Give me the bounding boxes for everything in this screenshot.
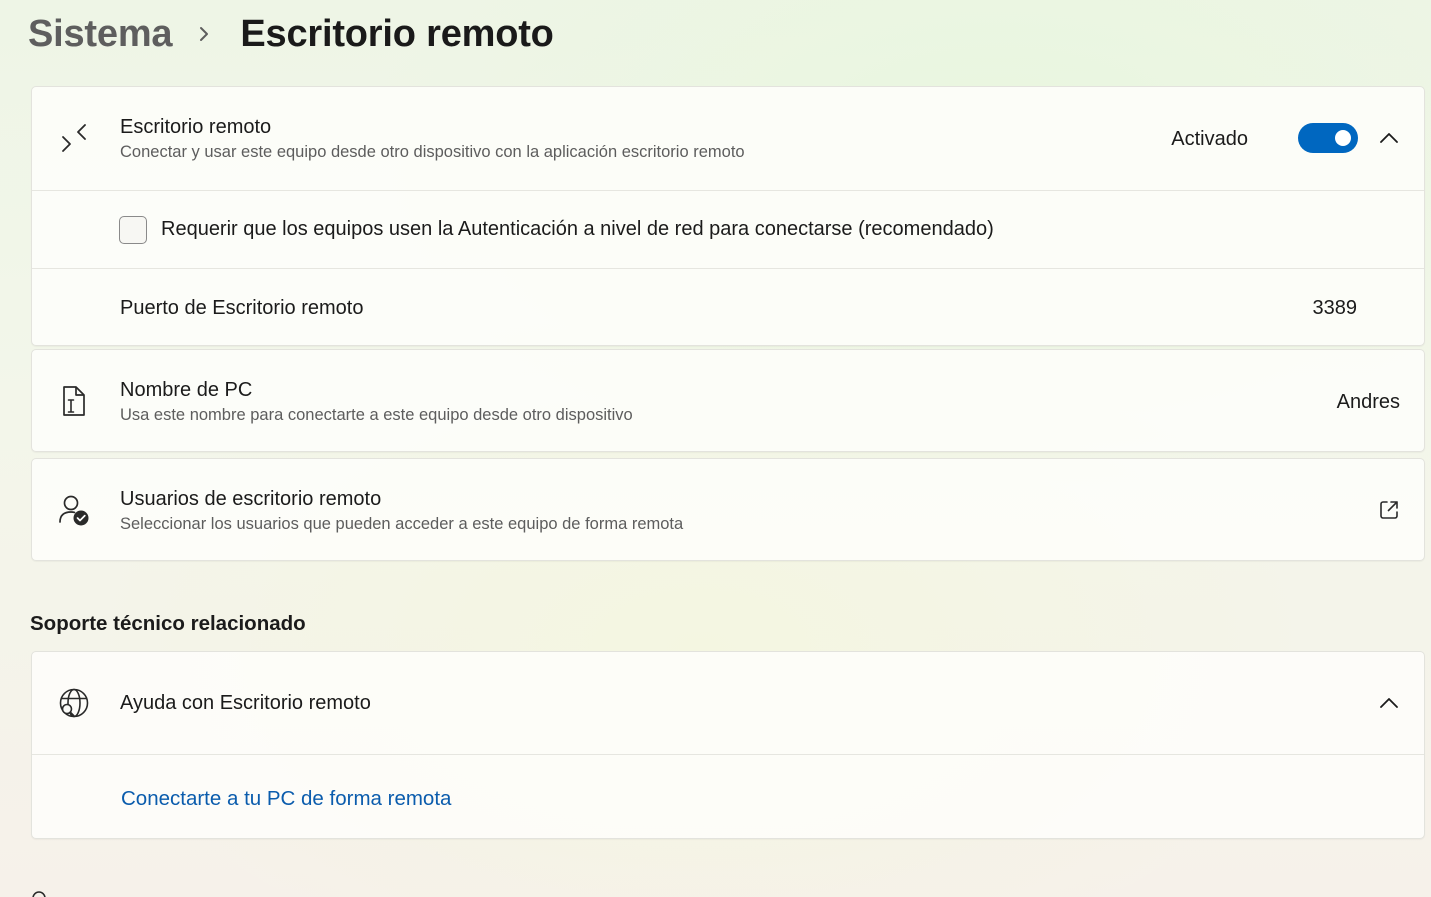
pc-name-title: Nombre de PC — [120, 379, 253, 401]
pc-name-value: Andres — [1336, 391, 1400, 413]
nla-row: Requerir que los equipos usen la Autenti… — [32, 190, 1424, 268]
remote-users-card[interactable]: Usuarios de escritorio remoto Selecciona… — [31, 458, 1425, 561]
related-support-heading: Soporte técnico relacionado — [30, 612, 306, 635]
partial-icon — [30, 889, 48, 897]
remote-desktop-status: Activado — [1171, 128, 1248, 150]
port-row: Puerto de Escritorio remoto 3389 — [32, 268, 1424, 345]
breadcrumb: Sistema Escritorio remoto — [28, 6, 554, 62]
help-title: Ayuda con Escritorio remoto — [120, 692, 371, 714]
remote-desktop-subtitle: Conectar y usar este equipo desde otro d… — [120, 143, 745, 161]
user-check-icon — [56, 492, 92, 528]
chevron-up-icon[interactable] — [1378, 129, 1400, 147]
breadcrumb-parent-sistema[interactable]: Sistema — [28, 13, 173, 56]
remote-desktop-card: Escritorio remoto Conectar y usar este e… — [31, 86, 1425, 346]
page-title: Escritorio remoto — [240, 12, 554, 55]
toggle-knob — [1335, 130, 1351, 146]
globe-search-icon — [56, 685, 92, 721]
port-value: 3389 — [1312, 297, 1358, 319]
nla-checkbox[interactable] — [119, 216, 147, 244]
remote-desktop-header-row[interactable]: Escritorio remoto Conectar y usar este e… — [32, 87, 1424, 190]
chevron-right-icon — [198, 25, 210, 43]
connect-remotely-link[interactable]: Conectarte a tu PC de forma remota — [121, 787, 451, 811]
pc-name-row: Nombre de PC Usa este nombre para conect… — [32, 350, 1424, 451]
document-rename-icon — [56, 383, 92, 419]
chevron-up-icon[interactable] — [1378, 694, 1400, 712]
help-link-row: Conectarte a tu PC de forma remota — [32, 754, 1424, 838]
remote-desktop-icon — [56, 120, 92, 156]
remote-desktop-toggle[interactable] — [1298, 123, 1358, 153]
remote-users-row[interactable]: Usuarios de escritorio remoto Selecciona… — [32, 459, 1424, 560]
port-label: Puerto de Escritorio remoto — [120, 297, 364, 319]
open-external-icon[interactable] — [1378, 499, 1400, 521]
help-header-row[interactable]: Ayuda con Escritorio remoto — [32, 652, 1424, 754]
remote-desktop-title: Escritorio remoto — [120, 116, 272, 138]
pc-name-card: Nombre de PC Usa este nombre para conect… — [31, 349, 1425, 452]
remote-users-title: Usuarios de escritorio remoto — [120, 488, 382, 510]
nla-checkbox-label[interactable]: Requerir que los equipos usen la Autenti… — [161, 218, 994, 241]
help-card: Ayuda con Escritorio remoto Conectarte a… — [31, 651, 1425, 839]
pc-name-subtitle: Usa este nombre para conectarte a este e… — [120, 406, 633, 424]
remote-users-subtitle: Seleccionar los usuarios que pueden acce… — [120, 515, 684, 533]
